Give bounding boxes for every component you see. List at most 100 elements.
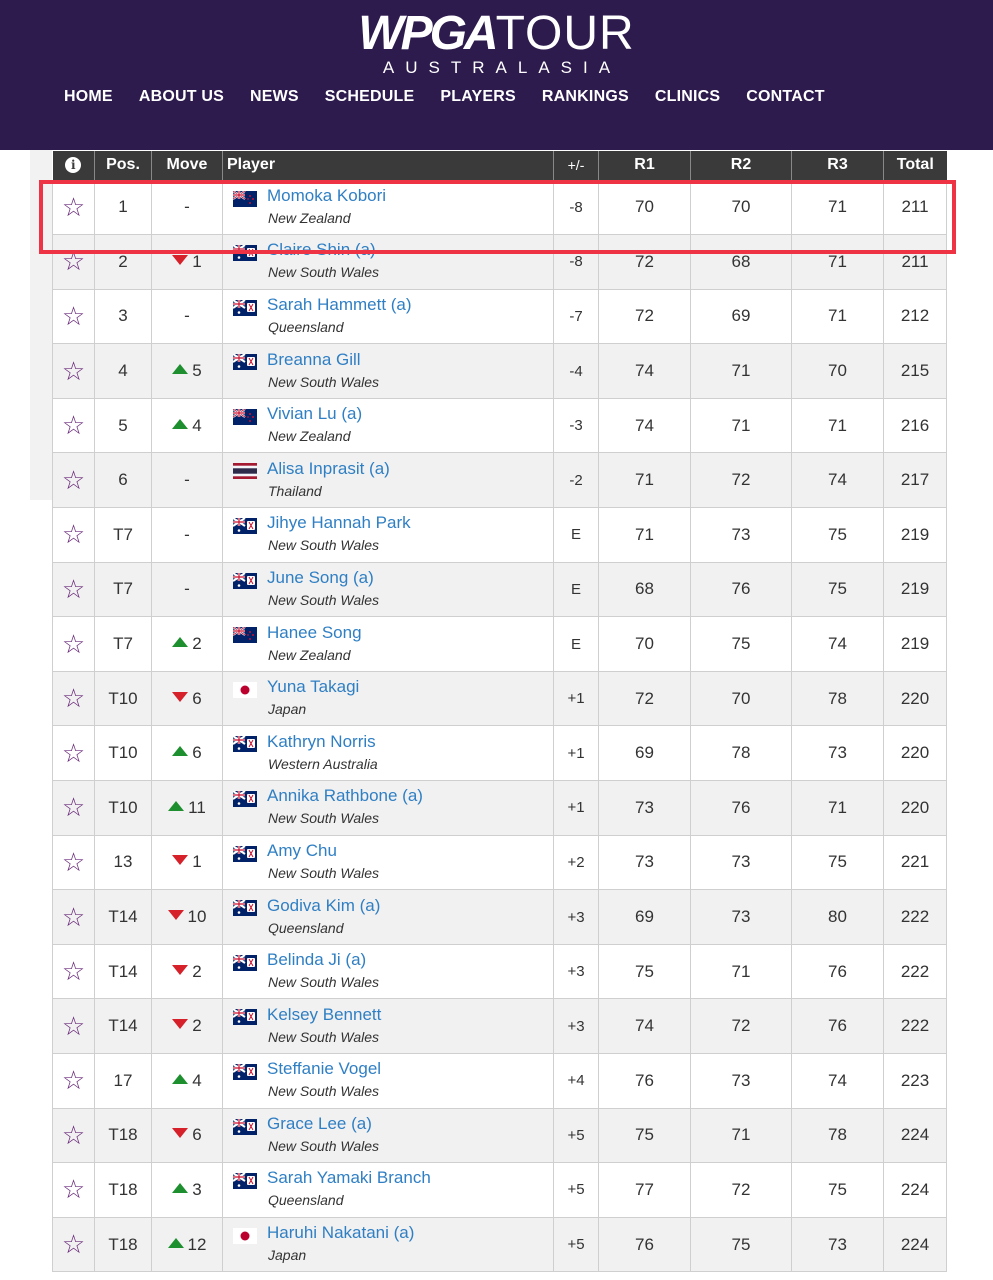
logo-wpga: WPGA <box>358 7 498 60</box>
player-name-link[interactable]: Amy Chu <box>233 841 553 861</box>
total-score: 223 <box>883 1053 947 1109</box>
position: T10 <box>94 780 152 836</box>
player-region: Queensland <box>268 318 344 335</box>
favorite-star-icon[interactable]: ☆ <box>52 834 95 891</box>
table-row[interactable]: ☆ T18 12 Haruhi Nakatani (a) Japan +5 76 75 73 22… <box>52 1216 947 1273</box>
table-row[interactable]: ☆ T18 6 Grace Lee (a) New South Wales +5 75 71 7… <box>52 1107 947 1164</box>
favorite-star-icon[interactable]: ☆ <box>52 670 95 727</box>
table-row[interactable]: ☆ T14 2 Kelsey Bennett New South Wales +3 74 72… <box>52 998 947 1054</box>
position: 6 <box>94 452 152 509</box>
round-3-score: 75 <box>791 561 884 618</box>
plus-minus: +2 <box>553 834 599 891</box>
player-region: Japan <box>268 1247 307 1264</box>
au-flag-icon <box>232 517 257 535</box>
move-value: - <box>184 524 190 544</box>
round-1-score: 74 <box>598 998 691 1054</box>
player-name-link[interactable]: Godiva Kim (a) <box>233 896 553 916</box>
nav-contact[interactable]: CONTACT <box>746 88 824 106</box>
favorite-star-icon[interactable]: ☆ <box>52 1107 95 1164</box>
player-name-link[interactable]: Sarah Yamaki Branch <box>233 1168 553 1188</box>
player-name-link[interactable]: Kathryn Norris <box>233 732 553 752</box>
total-score: 222 <box>883 998 947 1054</box>
table-row[interactable]: ☆ 17 4 Steffanie Vogel New South Wales +4 76 73… <box>52 1053 947 1109</box>
nav-about-us[interactable]: ABOUT US <box>139 88 224 106</box>
table-row[interactable]: ☆ T14 2 Belinda Ji (a) New South Wales +3 75 71… <box>52 943 947 1000</box>
favorite-star-icon[interactable]: ☆ <box>52 943 95 1000</box>
table-row[interactable]: ☆ 5 4 Vivian Lu (a) New Zealand -3 74 71 71 216 <box>52 397 947 454</box>
total-score: 222 <box>883 889 947 945</box>
round-3-score: 76 <box>791 943 884 1000</box>
favorite-star-icon[interactable]: ☆ <box>52 1216 95 1273</box>
favorite-star-icon[interactable]: ☆ <box>52 343 95 399</box>
favorite-star-icon[interactable]: ☆ <box>52 288 95 345</box>
player-name-link[interactable]: Hanee Song <box>233 623 553 643</box>
move-up-icon <box>172 418 189 429</box>
table-row[interactable]: ☆ T18 3 Sarah Yamaki Branch Queensland +5 77 72… <box>52 1162 947 1218</box>
nav-players[interactable]: PLAYERS <box>440 88 516 106</box>
player-name-link[interactable]: Steffanie Vogel <box>233 1059 553 1079</box>
player-name-link[interactable]: Alisa Inprasit (a) <box>233 459 553 479</box>
player-name-link[interactable]: Vivian Lu (a) <box>233 404 553 424</box>
player-name-link[interactable]: June Song (a) <box>233 568 553 588</box>
au-flag-icon <box>232 1063 257 1080</box>
round-2-score: 72 <box>690 1162 792 1218</box>
move-cell: - <box>151 507 223 563</box>
nav-clinics[interactable]: CLINICS <box>655 88 720 106</box>
round-1-score: 68 <box>598 561 691 618</box>
player-name-link[interactable]: Haruhi Nakatani (a) <box>233 1223 553 1243</box>
table-row[interactable]: ☆ T14 10 Godiva Kim (a) Queensland +3 69 73 80 22… <box>52 889 947 945</box>
favorite-star-icon[interactable]: ☆ <box>52 1053 95 1109</box>
player-name-link[interactable]: Breanna Gill <box>233 350 553 370</box>
round-2-score: 71 <box>690 1107 792 1164</box>
table-row[interactable]: ☆ T7 2 Hanee Song New Zealand E 70 75 74 219 <box>52 616 947 672</box>
table-row[interactable]: ☆ 4 5 Breanna Gill New South Wales -4 74 71 70 21… <box>52 343 947 399</box>
table-row[interactable]: ☆ T10 6 Kathryn Norris Western Australia +1 69… <box>52 725 947 782</box>
favorite-star-icon[interactable]: ☆ <box>52 452 95 509</box>
table-row[interactable]: ☆ 6 - Alisa Inprasit (a) Thailand -2 71 72 74 217 <box>52 452 947 509</box>
favorite-star-icon[interactable]: ☆ <box>52 889 95 945</box>
round-3-score: 71 <box>791 780 884 836</box>
table-row[interactable]: ☆ 13 1 Amy Chu New South Wales +2 73 73 75 221 <box>52 834 947 891</box>
player-name-link[interactable]: Kelsey Bennett <box>233 1005 553 1025</box>
table-row[interactable]: ☆ 3 - Sarah Hammett (a) Queensland -7 72 69 71 21… <box>52 288 947 345</box>
round-1-score: 73 <box>598 834 691 891</box>
player-name-link[interactable]: Sarah Hammett (a) <box>233 295 553 315</box>
plus-minus: +1 <box>553 780 599 836</box>
favorite-star-icon[interactable]: ☆ <box>52 507 95 563</box>
round-1-score: 76 <box>598 1216 691 1273</box>
plus-minus: -4 <box>553 343 599 399</box>
table-row[interactable]: ☆ T10 6 Yuna Takagi Japan +1 72 70 78 220 <box>52 670 947 727</box>
favorite-star-icon[interactable]: ☆ <box>52 780 95 836</box>
move-value: 2 <box>192 961 202 981</box>
player-name-link[interactable]: Jihye Hannah Park <box>233 513 553 533</box>
au-flag-icon <box>232 735 257 753</box>
nav-rankings[interactable]: RANKINGS <box>542 88 629 106</box>
favorite-star-icon[interactable]: ☆ <box>52 998 95 1054</box>
favorite-star-icon[interactable]: ☆ <box>52 616 95 672</box>
table-row[interactable]: ☆ T7- Jihye Hannah Park New South Wales E 71 7… <box>52 507 947 563</box>
move-up-icon <box>172 364 189 375</box>
move-down-icon <box>172 1128 189 1139</box>
position: T14 <box>94 998 152 1054</box>
move-cell: 2 <box>151 616 223 672</box>
plus-minus: -2 <box>553 452 599 509</box>
favorite-star-icon[interactable]: ☆ <box>52 561 95 618</box>
nav-news[interactable]: NEWS <box>250 88 299 106</box>
move-cell: - <box>151 288 223 345</box>
table-row[interactable]: ☆ T7 - June Song (a) New South Wales E 68 76 75 2… <box>52 561 947 618</box>
table-row[interactable]: ☆ T10 11 Annika Rathbone (a) New South Wales… <box>52 780 947 836</box>
nav-schedule[interactable]: SCHEDULE <box>325 88 415 106</box>
player-name-link[interactable]: Yuna Takagi <box>233 677 553 697</box>
wpga-tour-logo[interactable]: WPGATOUR AUSTRALASIA <box>0 10 993 78</box>
favorite-star-icon[interactable]: ☆ <box>52 1162 95 1218</box>
favorite-star-icon[interactable]: ☆ <box>52 725 95 782</box>
player-name-link[interactable]: Belinda Ji (a) <box>233 950 553 970</box>
player-name-link[interactable]: Annika Rathbone (a) <box>233 786 553 806</box>
player-name-link[interactable]: Grace Lee (a) <box>233 1114 553 1134</box>
info-icon[interactable]: i <box>52 151 95 180</box>
table-header: i Pos. Move Player +/- R1 R2 R3 Total <box>52 151 947 180</box>
favorite-star-icon[interactable]: ☆ <box>52 397 95 454</box>
move-up-icon <box>172 1073 189 1084</box>
nav-home[interactable]: HOME <box>64 88 113 106</box>
total-score: 217 <box>883 452 947 509</box>
